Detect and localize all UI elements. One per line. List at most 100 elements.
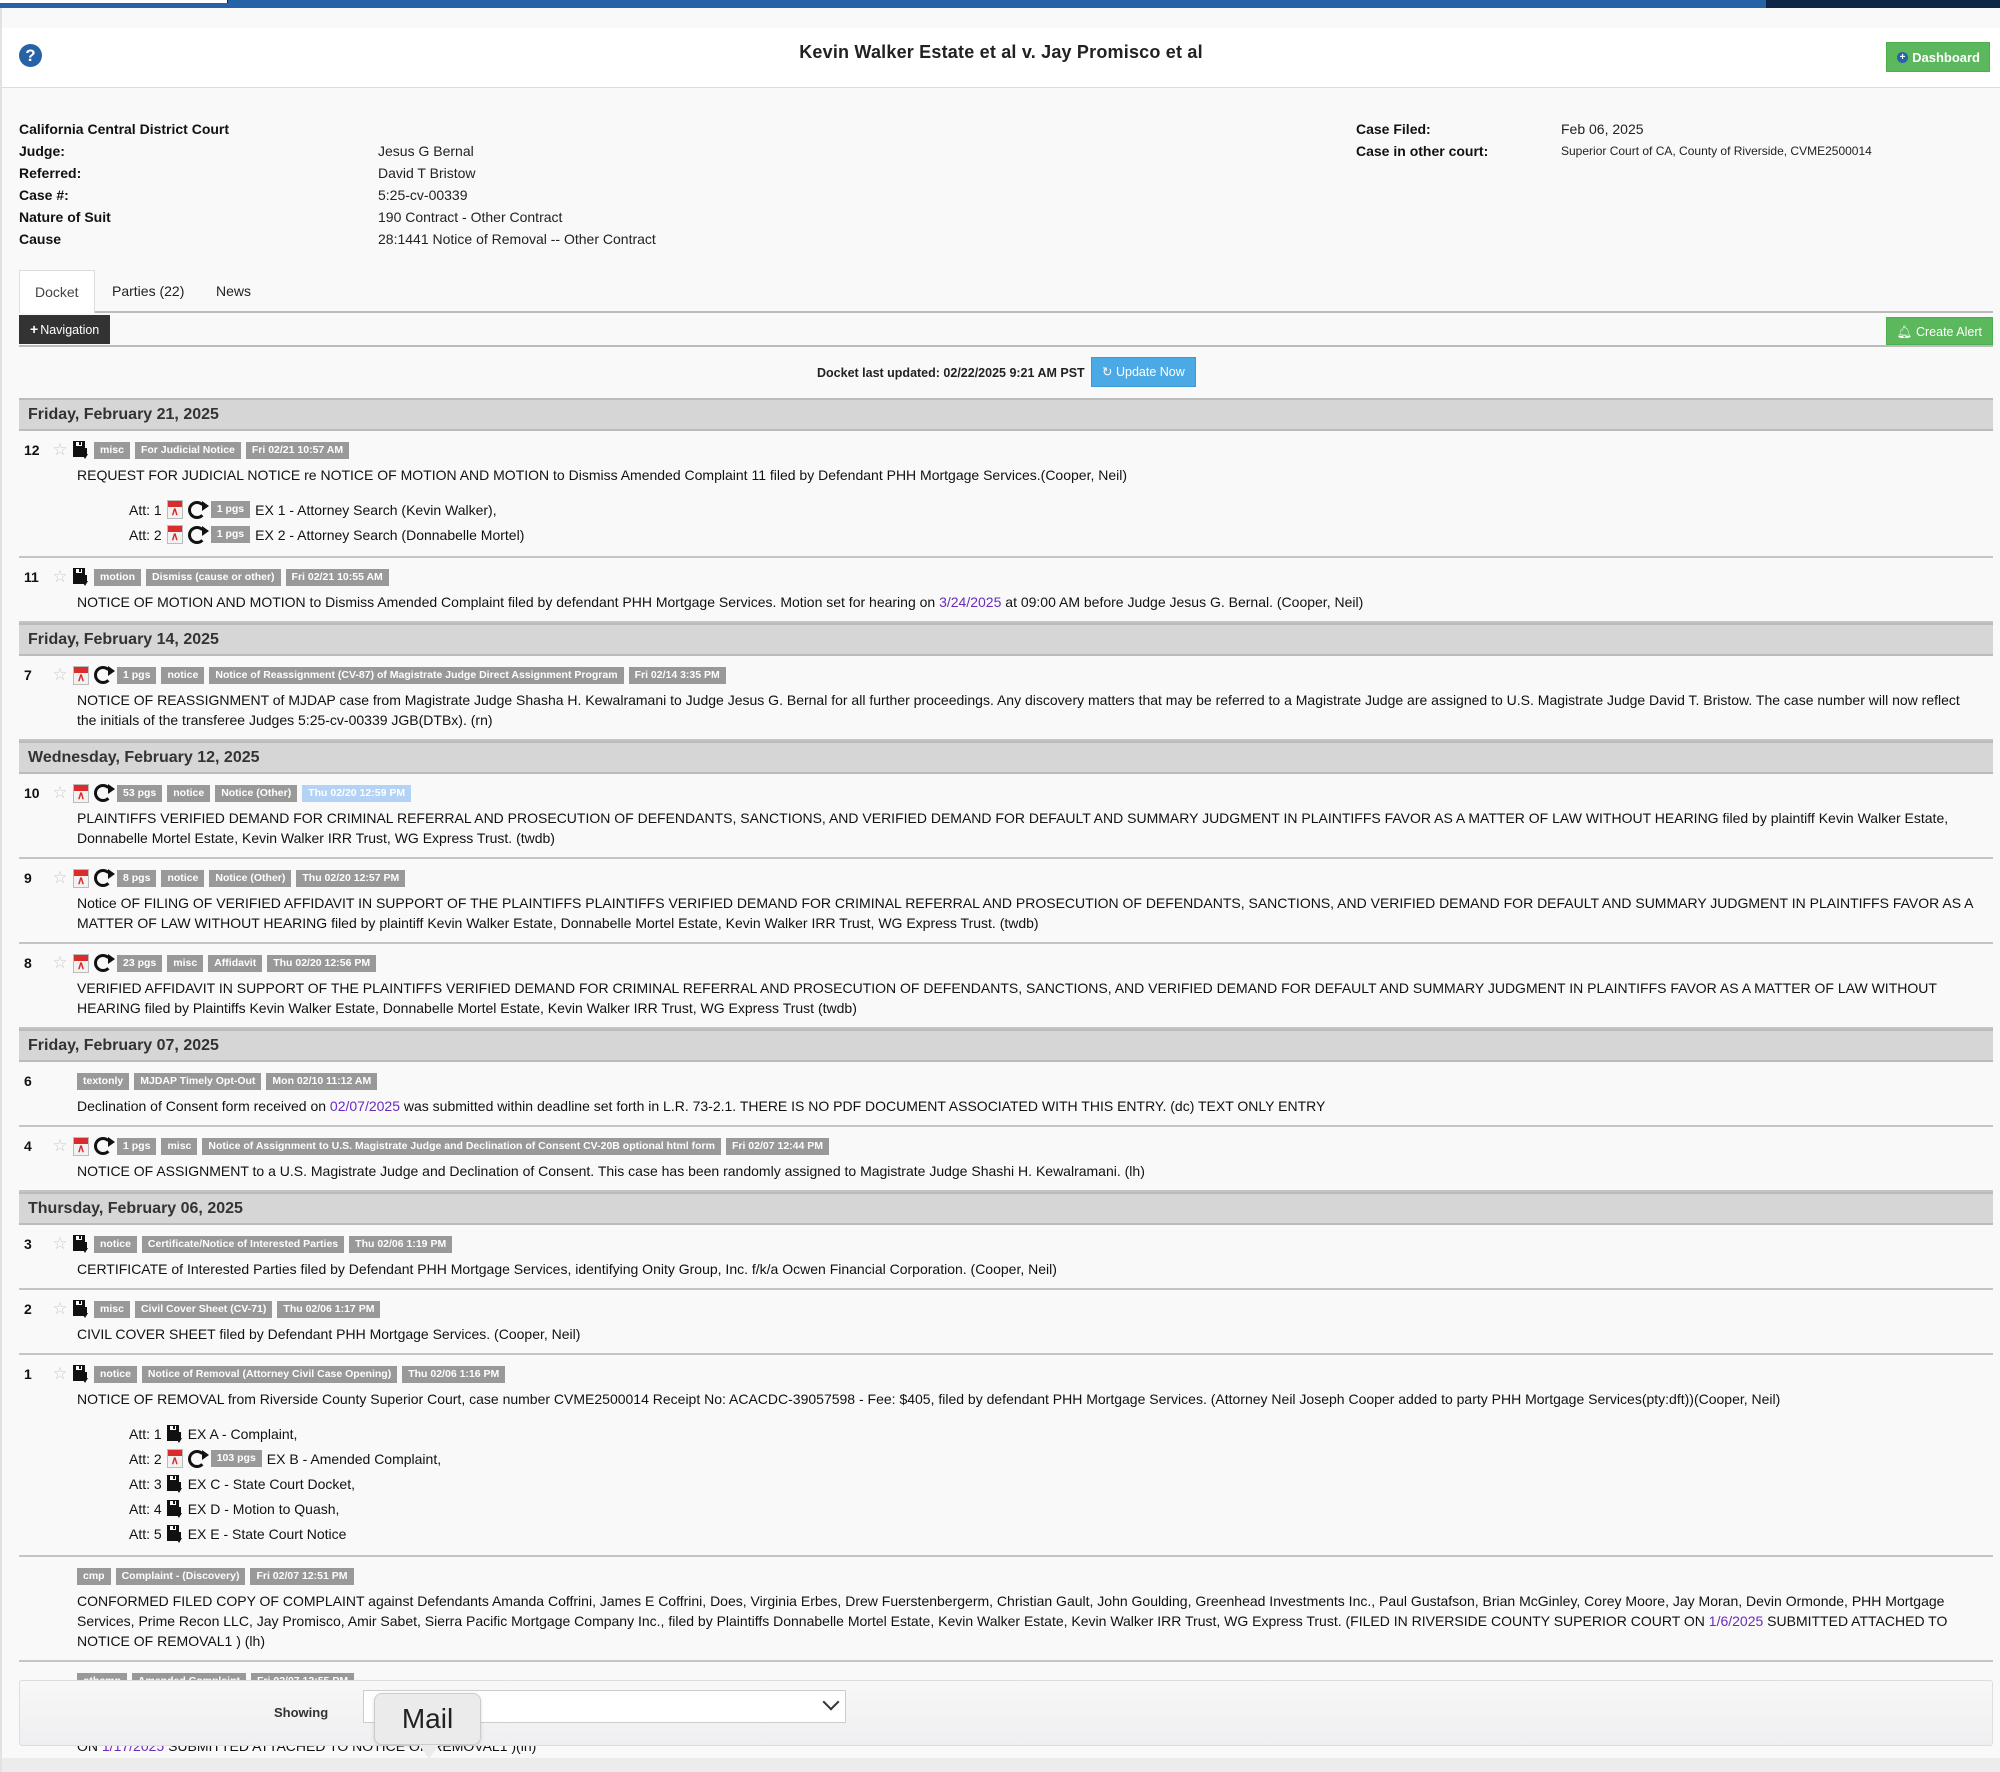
floppy-download-icon[interactable] <box>73 568 89 586</box>
date-badge: Fri 02/21 10:55 AM <box>285 568 389 586</box>
share-icon[interactable] <box>94 1137 115 1155</box>
entry-description: Notice OF FILING OF VERIFIED AFFIDAVIT I… <box>77 893 1993 933</box>
floppy-download-icon[interactable] <box>73 441 89 459</box>
share-icon[interactable] <box>94 784 115 802</box>
entry-number: 8 <box>24 955 32 971</box>
tab-bar: Docket Parties (22) News <box>19 270 1993 313</box>
entry-icons: textonly MJDAP Timely Opt-Out Mon 02/10 11… <box>77 1071 378 1091</box>
pdf-icon[interactable]: ∧ <box>73 953 89 973</box>
description-text: CONFORMED FILED COPY OF COMPLAINT agains… <box>77 1593 1945 1629</box>
star-icon[interactable]: ☆ <box>52 666 68 684</box>
floppy-download-icon[interactable] <box>166 1474 183 1493</box>
case-filed-value: Feb 06, 2025 <box>1561 121 1644 137</box>
type-badge: Complaint - (Discovery) <box>115 1567 246 1585</box>
attachment-description: EX C - State Court Docket, <box>187 1475 355 1492</box>
bell-icon: 🔔︎ <box>1896 325 1913 339</box>
star-icon[interactable]: ☆ <box>52 568 68 586</box>
tab-docket[interactable]: Docket <box>19 270 95 313</box>
star-icon[interactable]: ☆ <box>52 1300 68 1318</box>
description-text: PLAINTIFFS VERIFIED DEMAND FOR CRIMINAL … <box>77 810 1949 846</box>
star-icon[interactable]: ☆ <box>52 441 68 459</box>
update-now-button[interactable]: ↻ Update Now <box>1091 357 1196 387</box>
floppy-download-icon[interactable] <box>166 1424 183 1443</box>
docket-entry: 10 ☆ ∧ 53 pgs notice Notice (Other) Thu 02/20 … <box>19 774 1993 859</box>
entry-header: 4 ☆ ∧ 1 pgs misc Notice of Assignment to U.S.… <box>19 1136 1993 1156</box>
pdf-icon[interactable]: ∧ <box>73 783 89 803</box>
entry-number: 12 <box>24 442 40 458</box>
star-icon[interactable]: ☆ <box>52 1137 68 1155</box>
star-icon[interactable]: ☆ <box>52 1235 68 1253</box>
pdf-icon[interactable]: ∧ <box>166 1449 183 1468</box>
day-header: Friday, February 14, 2025 <box>19 623 1993 656</box>
description-text: NOTICE OF MOTION AND MOTION to Dismiss A… <box>77 594 940 610</box>
entry-icons: ☆ ∧ 1 pgs misc Notice of Assignment to U.S. … <box>52 1136 830 1156</box>
floppy-download-icon[interactable] <box>73 1235 89 1253</box>
category-badge: misc <box>167 954 204 972</box>
navigation-button[interactable]: + Navigation <box>19 315 111 344</box>
entry-description: VERIFIED AFFIDAVIT IN SUPPORT OF THE PLA… <box>77 978 1993 1018</box>
category-badge: misc <box>94 1300 130 1318</box>
type-badge: Notice (Other) <box>215 784 298 802</box>
entry-description: NOTICE OF REMOVAL from Riverside County … <box>77 1389 1993 1409</box>
dashboard-button[interactable]: + Dashboard <box>1886 42 1990 72</box>
showing-label: Showing <box>274 1705 329 1720</box>
pdf-icon[interactable]: ∧ <box>166 500 183 519</box>
date-link[interactable]: 1/6/2025 <box>1709 1613 1764 1629</box>
star-icon[interactable]: ☆ <box>52 954 68 972</box>
docket-entry: cmp Complaint - (Discovery) Fri 02/07 12:5… <box>19 1557 1993 1662</box>
entry-header: 11 ☆ motion Dismiss (cause or other) Fri 02/… <box>19 567 1993 587</box>
info-label: Case #: <box>19 187 69 203</box>
create-alert-label: Create Alert <box>1915 325 1982 339</box>
date-link[interactable]: 3/24/2025 <box>939 594 1001 610</box>
floppy-download-icon[interactable] <box>166 1499 183 1518</box>
category-badge: textonly <box>77 1072 130 1090</box>
pdf-icon[interactable]: ∧ <box>73 1136 89 1156</box>
share-icon[interactable] <box>94 869 115 887</box>
floppy-download-icon[interactable] <box>73 1300 89 1318</box>
attachment-label: Att: 1 <box>129 1425 162 1442</box>
entry-icons: ☆ ∧ 8 pgs notice Notice (Other) Thu 02/20 12:… <box>52 868 406 888</box>
description-text: NOTICE OF REMOVAL from Riverside County … <box>77 1391 1781 1407</box>
pdf-icon[interactable]: ∧ <box>166 525 183 544</box>
entry-icons: ☆ misc For Judicial Notice Fri 02/21 10:57 … <box>52 440 350 460</box>
attachment-label: Att: 3 <box>129 1475 162 1492</box>
description-text: REQUEST FOR JUDICIAL NOTICE re NOTICE OF… <box>77 467 1128 483</box>
date-badge: Mon 02/10 11:12 AM <box>266 1072 378 1090</box>
entry-number: 9 <box>24 870 32 886</box>
share-icon[interactable] <box>94 954 115 972</box>
tab-parties[interactable]: Parties (22) <box>97 270 199 313</box>
entry-icons: ☆ notice Certificate/Notice of Interested … <box>52 1234 453 1254</box>
tab-news[interactable]: News <box>201 270 266 313</box>
attachment-item: Att: 4 EX D - Motion to Quash, <box>129 1496 1993 1521</box>
date-badge: Fri 02/07 12:51 PM <box>250 1567 354 1585</box>
pdf-icon[interactable]: ∧ <box>73 868 89 888</box>
create-alert-button[interactable]: 🔔︎ Create Alert <box>1885 317 1993 345</box>
floppy-download-icon[interactable] <box>166 1524 183 1543</box>
pdf-icon[interactable]: ∧ <box>73 665 89 685</box>
star-icon[interactable]: ☆ <box>52 1365 68 1383</box>
category-badge: motion <box>94 568 141 586</box>
star-icon[interactable]: ☆ <box>52 869 68 887</box>
attachment-description: EX 2 - Attorney Search (Donnabelle Morte… <box>255 526 525 543</box>
docket-entry: 4 ☆ ∧ 1 pgs misc Notice of Assignment to U.S.… <box>19 1127 1993 1192</box>
star-icon[interactable]: ☆ <box>52 784 68 802</box>
date-link[interactable]: 02/07/2025 <box>330 1098 400 1114</box>
entry-description: CERTIFICATE of Interested Parties filed … <box>77 1259 1993 1279</box>
plus-circle-icon: + <box>1897 51 1909 63</box>
attachment-item: Att: 1 EX A - Complaint, <box>129 1421 1993 1446</box>
info-value: 190 Contract - Other Contract <box>378 209 563 225</box>
share-icon[interactable] <box>187 1449 209 1468</box>
share-icon[interactable] <box>94 666 115 684</box>
entry-header: 12 ☆ misc For Judicial Notice Fri 02/21 10:5… <box>19 440 1993 460</box>
type-badge: Dismiss (cause or other) <box>146 568 281 586</box>
type-badge: Civil Cover Sheet (CV-71) <box>134 1300 273 1318</box>
share-icon[interactable] <box>187 525 209 544</box>
pages-badge: 103 pgs <box>210 1450 262 1467</box>
entry-description: NOTICE OF ASSIGNMENT to a U.S. Magistrat… <box>77 1161 1993 1181</box>
type-badge: For Judicial Notice <box>134 441 241 459</box>
description-text: CERTIFICATE of Interested Parties filed … <box>77 1261 1057 1277</box>
floppy-download-icon[interactable] <box>73 1365 89 1383</box>
share-icon[interactable] <box>187 500 209 519</box>
info-label: Cause <box>19 231 62 247</box>
description-text: Notice OF FILING OF VERIFIED AFFIDAVIT I… <box>77 895 1973 931</box>
